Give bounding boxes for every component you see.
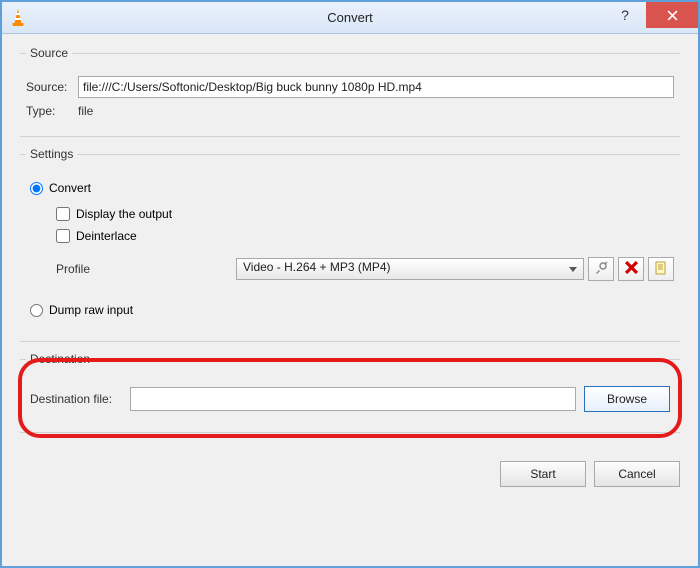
destination-file-input[interactable] (130, 387, 576, 411)
source-legend: Source (26, 46, 72, 60)
vlc-cone-icon (8, 8, 28, 28)
browse-button[interactable]: Browse (584, 386, 670, 412)
window-title: Convert (2, 10, 698, 25)
settings-group: Settings Convert Display the output Dein… (20, 147, 680, 342)
source-group: Source Source: Type: file (20, 46, 680, 137)
dump-raw-label: Dump raw input (49, 303, 133, 317)
destination-group: Destination Destination file: Browse (20, 352, 680, 433)
display-output-row[interactable]: Display the output (56, 207, 674, 221)
cancel-button[interactable]: Cancel (594, 461, 680, 487)
profile-label: Profile (56, 262, 236, 276)
titlebar: Convert ? (2, 2, 698, 34)
profile-selected-value: Video - H.264 + MP3 (MP4) (243, 260, 391, 274)
source-label: Source: (26, 80, 78, 94)
close-button[interactable] (646, 2, 698, 28)
help-button[interactable]: ? (604, 2, 646, 28)
new-profile-button[interactable] (648, 257, 674, 281)
new-document-icon (654, 261, 668, 278)
delete-profile-button[interactable] (618, 257, 644, 281)
type-value: file (78, 104, 93, 118)
start-button[interactable]: Start (500, 461, 586, 487)
dump-raw-radio[interactable] (30, 304, 43, 317)
convert-radio[interactable] (30, 182, 43, 195)
destination-legend: Destination (26, 352, 94, 366)
profile-select[interactable]: Video - H.264 + MP3 (MP4) (236, 258, 584, 280)
convert-radio-row[interactable]: Convert (30, 181, 674, 195)
edit-profile-button[interactable] (588, 257, 614, 281)
display-output-label: Display the output (76, 207, 172, 221)
settings-legend: Settings (26, 147, 77, 161)
destination-file-label: Destination file: (30, 392, 130, 406)
deinterlace-checkbox[interactable] (56, 229, 70, 243)
type-label: Type: (26, 104, 78, 118)
convert-radio-label: Convert (49, 181, 91, 195)
display-output-checkbox[interactable] (56, 207, 70, 221)
deinterlace-row[interactable]: Deinterlace (56, 229, 674, 243)
delete-x-icon (625, 261, 638, 277)
dump-raw-radio-row[interactable]: Dump raw input (30, 303, 674, 317)
deinterlace-label: Deinterlace (76, 229, 137, 243)
source-input[interactable] (78, 76, 674, 98)
tools-icon (594, 261, 608, 278)
convert-dialog: Convert ? Source Source: Ty (2, 2, 698, 566)
